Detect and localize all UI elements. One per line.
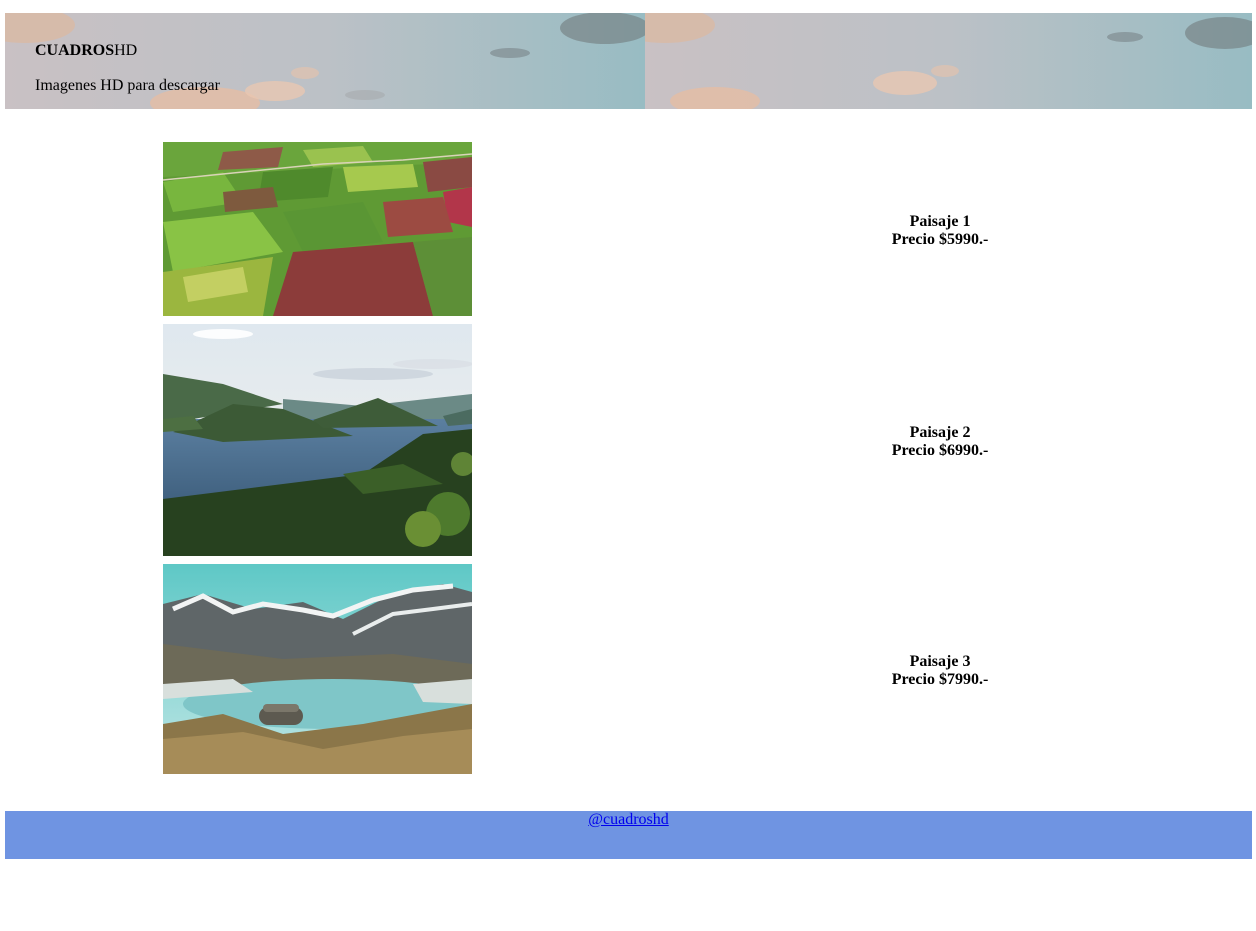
- product-name: Paisaje 1: [909, 213, 971, 230]
- brand-rest: HD: [114, 42, 138, 59]
- product-image: [163, 324, 472, 556]
- brand-bold: CUADROS: [35, 42, 115, 59]
- product-caption: Paisaje 2 Precio $6990.-: [840, 424, 1040, 460]
- site-brand: CUADROSHD: [35, 42, 137, 60]
- sky-banner-image: [645, 13, 1252, 109]
- product-caption: Paisaje 3 Precio $7990.-: [840, 653, 1040, 689]
- product-image: [163, 564, 472, 774]
- product-row: Paisaje 3 Precio $7990.-: [0, 564, 1256, 774]
- product-image: [163, 142, 472, 316]
- product-row: Paisaje 2 Precio $6990.-: [0, 324, 1256, 556]
- social-handle-link[interactable]: @cuadroshd: [588, 811, 669, 829]
- product-name: Paisaje 2: [909, 424, 971, 441]
- product-row: Paisaje 1 Precio $5990.-: [0, 142, 1256, 316]
- product-name: Paisaje 3: [909, 653, 971, 670]
- site-tagline: Imagenes HD para descargar: [35, 77, 220, 94]
- site-header: CUADROSHD Imagenes HD para descargar: [5, 13, 1252, 109]
- product-price: Precio $6990.-: [891, 442, 989, 459]
- site-footer: @cuadroshd: [5, 811, 1252, 859]
- product-price: Precio $7990.-: [891, 671, 989, 688]
- product-caption: Paisaje 1 Precio $5990.-: [840, 213, 1040, 249]
- product-price: Precio $5990.-: [891, 231, 989, 248]
